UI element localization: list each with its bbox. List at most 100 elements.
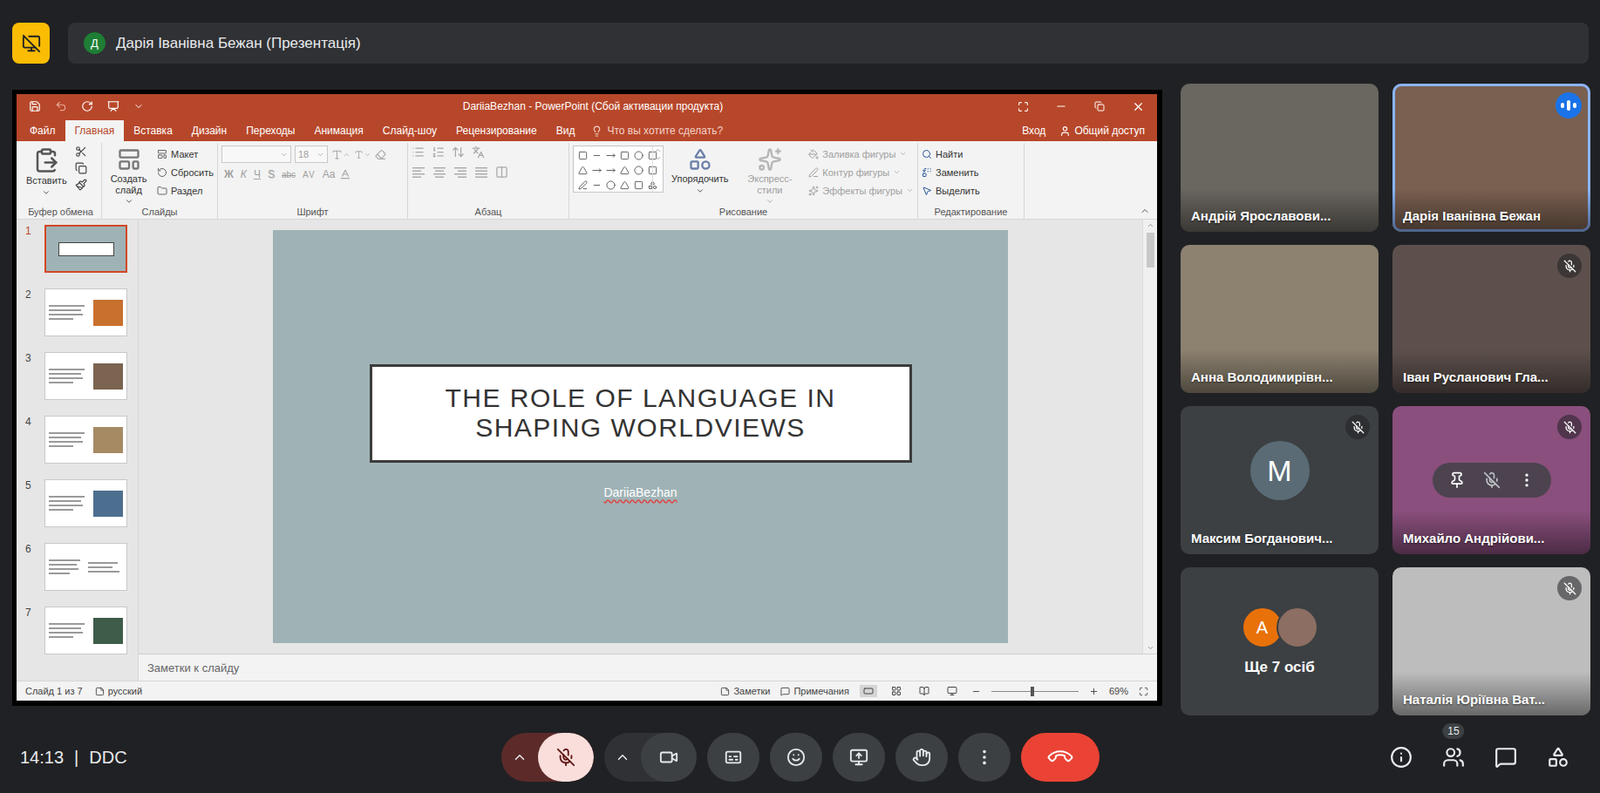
participant-tile[interactable]: Дарія Іванівна Бежан (1392, 83, 1591, 232)
present-button[interactable] (832, 733, 886, 783)
shape-option[interactable] (590, 177, 603, 192)
undo-button[interactable] (54, 100, 68, 113)
slide-thumbnail[interactable]: 3 (16, 352, 138, 416)
shape-option[interactable] (632, 177, 645, 192)
shape-option[interactable] (576, 148, 589, 163)
start-slideshow-button[interactable] (107, 100, 120, 113)
ribbon-tab[interactable]: Переходы (236, 120, 305, 142)
ribbon-tab[interactable]: Дизайн (182, 120, 237, 142)
zoom-in-button[interactable] (1089, 687, 1099, 697)
bullets-button[interactable] (411, 145, 425, 159)
slide-thumbnail[interactable]: 5 (16, 479, 138, 544)
leave-call-button[interactable] (1021, 733, 1100, 783)
slides-command[interactable]: Сбросить (156, 163, 214, 181)
ribbon-options-button[interactable] (1003, 94, 1042, 119)
mute-participant-button[interactable] (1483, 471, 1501, 490)
restore-button[interactable] (1080, 94, 1119, 119)
zoom-thumb[interactable] (1030, 687, 1035, 697)
quick-styles-button[interactable]: Экспресс-стили (735, 145, 804, 208)
justify-button[interactable] (474, 166, 489, 179)
shape-option[interactable] (618, 177, 631, 192)
font-format-button[interactable]: AV (299, 170, 319, 180)
repeat-button[interactable] (81, 100, 94, 113)
font-format-button[interactable]: Ч (251, 168, 264, 181)
participant-tile[interactable]: Наталія Юріївна Ват... (1392, 567, 1591, 716)
ribbon-tab[interactable]: Рецензирование (446, 120, 547, 142)
notes-field[interactable]: Заметки к слайду (138, 653, 1158, 681)
copy-button[interactable] (74, 162, 88, 175)
share-button[interactable]: Общий доступ (1059, 124, 1145, 137)
participant-tile[interactable]: AЩе 7 осіб (1180, 567, 1379, 716)
shape-option[interactable] (632, 163, 645, 178)
pin-button[interactable] (1448, 471, 1466, 490)
columns-button[interactable] (495, 165, 509, 179)
shape-format-command[interactable]: Заливка фигуры (808, 145, 914, 163)
slide-thumbnail[interactable]: 7 (16, 606, 138, 671)
participant-tile[interactable]: Михайло Андрійови... (1392, 406, 1591, 555)
activities-button[interactable] (1546, 746, 1570, 770)
scroll-thumb[interactable] (1146, 232, 1155, 268)
slides-command[interactable]: Макет (156, 145, 214, 163)
shrink-font-button[interactable] (354, 149, 372, 160)
numbering-button[interactable] (431, 145, 445, 159)
text-direction-button[interactable] (471, 145, 485, 159)
slide-thumbnail[interactable]: 6 (16, 543, 138, 607)
shape-option[interactable] (590, 148, 603, 163)
fit-slide-button[interactable] (1138, 687, 1149, 697)
captions-button[interactable] (707, 733, 760, 783)
cut-button[interactable] (74, 145, 88, 158)
close-button[interactable] (1118, 94, 1158, 119)
grow-font-button[interactable] (331, 149, 351, 161)
collapse-ribbon-button[interactable] (1139, 205, 1151, 217)
ribbon-tab[interactable]: Главная (65, 120, 125, 142)
slide-title-box[interactable]: THE ROLE OF LANGUAGE IN SHAPING WORLDVIE… (369, 364, 913, 463)
slide-subtitle[interactable]: DariiaBezhan (603, 485, 677, 500)
shape-option[interactable] (576, 177, 589, 192)
participant-tile[interactable]: Андрій Ярославови... (1180, 83, 1379, 232)
slide-thumbnail[interactable]: 1 (16, 224, 138, 289)
comments-button[interactable]: Примечания (780, 686, 850, 697)
font-format-button[interactable]: Aa (320, 168, 339, 181)
clear-formatting-button[interactable] (374, 149, 387, 161)
chat-button[interactable] (1494, 746, 1518, 770)
slide-thumbnail[interactable]: 4 (16, 415, 138, 480)
zoom-slider[interactable] (991, 691, 1079, 693)
format-painter-button[interactable] (74, 178, 88, 191)
people-button[interactable]: 15 (1442, 746, 1465, 770)
slideshow-view-button[interactable] (943, 685, 961, 698)
shape-format-command[interactable]: Контур фигуры (808, 163, 914, 181)
sign-in-link[interactable]: Вход (1021, 124, 1046, 137)
paste-button[interactable]: Вставить (23, 145, 70, 199)
video-options-button[interactable] (604, 733, 641, 783)
ribbon-tab[interactable]: Вид (546, 120, 586, 142)
ribbon-tab[interactable]: Файл (20, 120, 66, 142)
align-left-button[interactable] (411, 166, 426, 179)
line-spacing-button[interactable] (451, 145, 465, 159)
font-name-field[interactable] (221, 145, 292, 164)
shape-option[interactable] (618, 148, 631, 163)
shapes-gallery[interactable] (572, 145, 664, 193)
reading-view-button[interactable] (915, 685, 933, 698)
shape-option[interactable] (576, 163, 589, 178)
editing-command[interactable]: Заменить (921, 163, 981, 181)
font-size-field[interactable]: 18 (294, 145, 328, 164)
vertical-scrollbar[interactable] (1142, 219, 1158, 654)
align-right-button[interactable] (453, 166, 468, 179)
customize-button[interactable] (133, 101, 144, 112)
zoom-out-button[interactable] (971, 687, 981, 697)
font-format-button[interactable]: Ж (221, 168, 237, 181)
new-slide-button[interactable]: Создать слайд (105, 145, 152, 208)
arrange-button[interactable]: Упорядочить (668, 145, 731, 198)
shape-option[interactable] (604, 148, 617, 163)
participant-tile[interactable]: MМаксим Богданович... (1180, 406, 1379, 555)
audio-options-button[interactable] (501, 733, 538, 783)
ribbon-tab[interactable]: Вставка (123, 120, 183, 142)
ribbon-tab[interactable]: Анимация (304, 120, 373, 142)
sorter-view-button[interactable] (887, 685, 906, 698)
notes-button[interactable]: Заметки (720, 686, 770, 697)
font-format-button[interactable]: S (265, 168, 278, 181)
language-indicator[interactable]: русский (95, 686, 143, 697)
editing-command[interactable]: Найти (921, 145, 981, 163)
microphone-button[interactable] (537, 733, 594, 783)
raise-hand-button[interactable] (895, 733, 948, 783)
